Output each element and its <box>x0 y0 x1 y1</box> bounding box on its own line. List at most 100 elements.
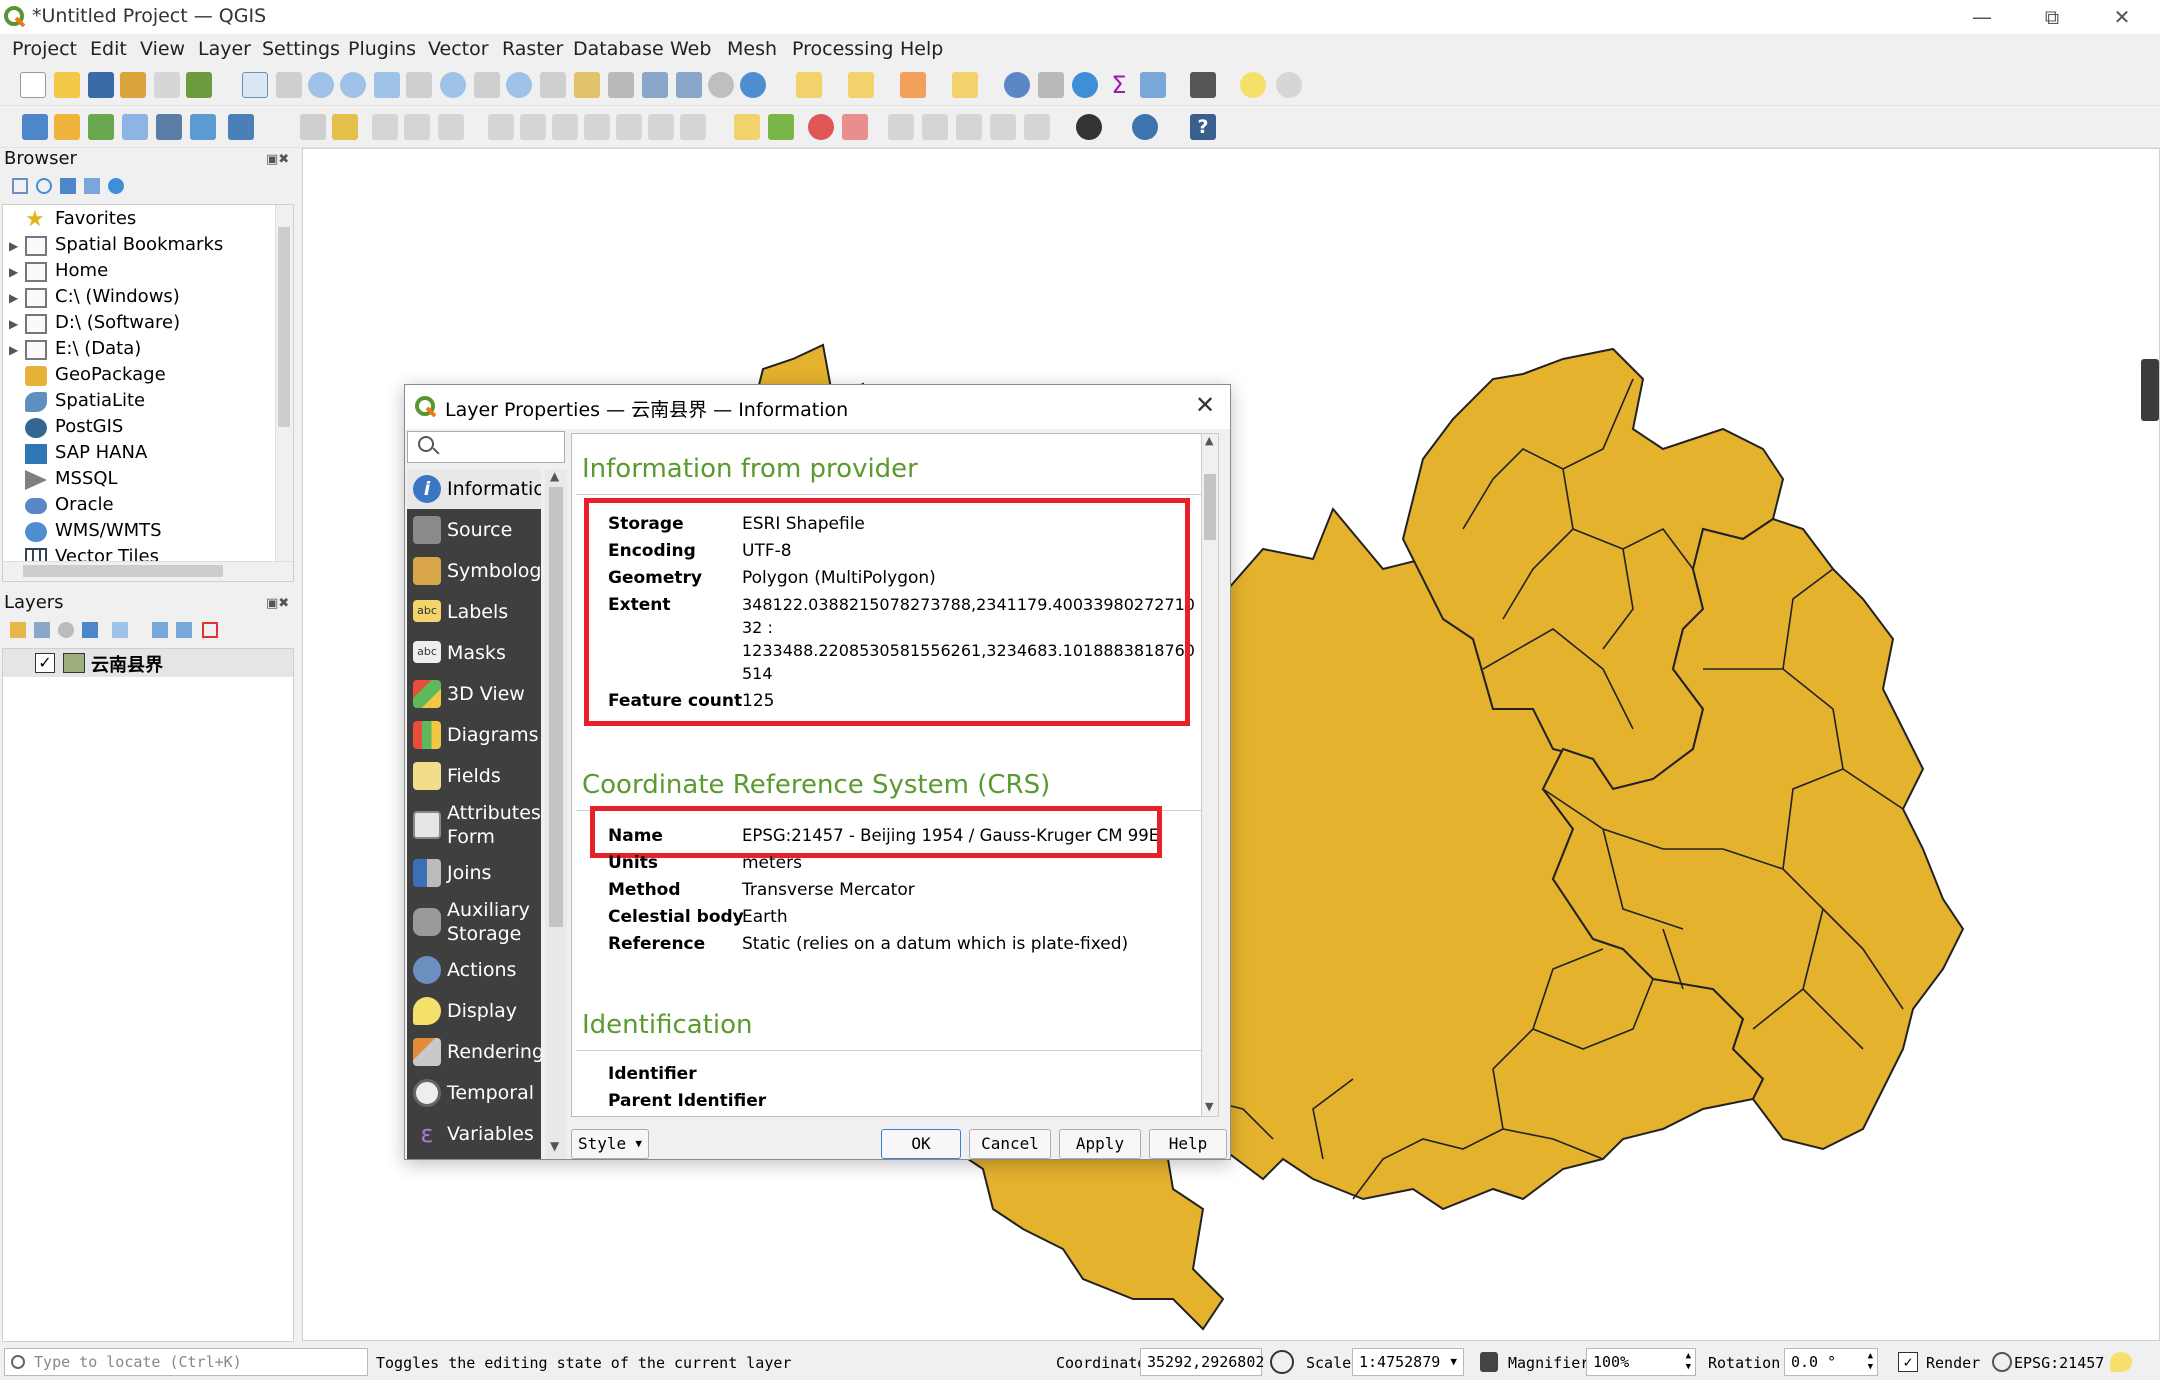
expand-arrow-icon[interactable]: ▶ <box>9 343 18 357</box>
tab-display[interactable]: Display <box>407 991 541 1032</box>
expand-arrow-icon[interactable]: ▶ <box>9 265 18 279</box>
deselect-icon[interactable] <box>900 72 926 98</box>
select-location-icon[interactable] <box>952 72 978 98</box>
paste-features-icon[interactable] <box>616 114 642 140</box>
browser-panel-controls[interactable]: ▣✖ <box>266 152 289 167</box>
zoom-last-icon[interactable] <box>506 72 532 98</box>
style-manager-icon[interactable] <box>186 72 212 98</box>
browser-item-oracle[interactable]: Oracle <box>3 493 273 519</box>
expand-arrow-icon[interactable]: ▶ <box>9 317 18 331</box>
open-table-icon[interactable] <box>1140 72 1166 98</box>
locator-search-input[interactable]: Type to locate (Ctrl+K) <box>4 1348 368 1376</box>
delete-selected-icon[interactable] <box>520 114 546 140</box>
browser-item-e-drive[interactable]: ▶ E:\ (Data) <box>3 337 273 363</box>
add-feature-icon[interactable] <box>404 114 430 140</box>
style-panel-icon[interactable] <box>10 622 26 638</box>
collapse-layers-icon[interactable] <box>176 622 192 638</box>
scale-field[interactable]: 1:4752879 ▼ <box>1352 1348 1464 1376</box>
select-by-value-icon[interactable] <box>848 72 874 98</box>
undo-icon[interactable] <box>648 114 674 140</box>
tab-symbology[interactable]: Symbology <box>407 551 541 592</box>
rotate-label-icon[interactable] <box>922 114 948 140</box>
current-edits-icon[interactable] <box>300 114 326 140</box>
menu-database[interactable]: Database <box>573 38 664 60</box>
coordinate-field[interactable]: 35292,2926802 <box>1140 1348 1264 1376</box>
scrollbar-thumb[interactable] <box>278 227 290 427</box>
temporal-controller-icon[interactable] <box>708 72 734 98</box>
add-wms-icon[interactable] <box>156 114 182 140</box>
measure-icon[interactable] <box>1190 72 1216 98</box>
add-selected-icon[interactable] <box>12 178 28 194</box>
properties-info-icon[interactable] <box>108 178 124 194</box>
tab-3d-view[interactable]: 3D View <box>407 674 541 715</box>
refresh-browser-icon[interactable] <box>36 178 52 194</box>
style-dropdown-button[interactable]: Style ▼ <box>571 1129 649 1159</box>
statistics-sigma-icon[interactable]: Σ <box>1106 72 1132 98</box>
menu-layer[interactable]: Layer <box>198 38 251 60</box>
help-icon[interactable]: ? <box>1190 114 1216 140</box>
add-virtual-layer-icon[interactable] <box>228 114 254 140</box>
messages-icon[interactable] <box>2110 1352 2132 1372</box>
save-edits-icon[interactable] <box>372 114 398 140</box>
zoom-out-icon[interactable] <box>340 72 366 98</box>
digitize-icon[interactable] <box>122 114 148 140</box>
zoom-full-icon[interactable] <box>374 72 400 98</box>
save-as-icon[interactable] <box>120 72 146 98</box>
layer-symbol-swatch[interactable] <box>63 653 85 673</box>
change-label-icon[interactable] <box>956 114 982 140</box>
browser-item-wms-wmts[interactable]: WMS/WMTS <box>3 519 273 545</box>
print-layout-icon[interactable] <box>154 72 180 98</box>
gear-icon[interactable] <box>1072 72 1098 98</box>
browser-item-home[interactable]: ▶ Home <box>3 259 273 285</box>
expand-arrow-icon[interactable]: ▶ <box>9 239 18 253</box>
python-console-icon[interactable] <box>1132 114 1158 140</box>
cancel-button[interactable]: Cancel <box>969 1129 1051 1159</box>
map-side-handle[interactable] <box>2141 359 2159 421</box>
layer-visibility-checkbox[interactable]: ✓ <box>35 653 55 673</box>
magnifier-field[interactable]: 100% ▲ ▼ <box>1586 1348 1696 1376</box>
manage-visibility-icon[interactable] <box>58 622 74 638</box>
browser-item-d-drive[interactable]: ▶ D:\ (Software) <box>3 311 273 337</box>
rotation-field[interactable]: 0.0 ° ▲ ▼ <box>1784 1348 1878 1376</box>
add-mesh-icon[interactable] <box>190 114 216 140</box>
select-features-icon[interactable] <box>796 72 822 98</box>
close-window-button[interactable]: ✕ <box>2092 0 2152 34</box>
collapse-all-icon[interactable] <box>84 178 100 194</box>
label-tool-icon[interactable] <box>734 114 760 140</box>
scrollbar-thumb[interactable] <box>1204 474 1216 540</box>
new-layer-icon[interactable] <box>54 114 80 140</box>
copy-features-icon[interactable] <box>584 114 610 140</box>
add-group-icon[interactable] <box>34 622 50 638</box>
ok-button[interactable]: OK <box>881 1129 961 1159</box>
browser-item-sap-hana[interactable]: SAP HANA <box>3 441 273 467</box>
add-vector-icon[interactable] <box>88 114 114 140</box>
browser-item-spatial-bookmarks[interactable]: ▶ Spatial Bookmarks <box>3 233 273 259</box>
toggle-extents-icon[interactable] <box>1270 1350 1294 1374</box>
restore-button[interactable]: ⧉ <box>2022 0 2082 34</box>
save-project-icon[interactable] <box>88 72 114 98</box>
browser-item-favorites[interactable]: ★ Favorites <box>3 207 273 233</box>
tab-actions[interactable]: Actions <box>407 950 541 991</box>
zoom-native-icon[interactable] <box>474 72 500 98</box>
menu-web[interactable]: Web <box>670 38 711 60</box>
remove-layer-icon[interactable] <box>202 622 218 638</box>
scrollbar-thumb[interactable] <box>549 487 563 927</box>
modify-attributes-icon[interactable] <box>488 114 514 140</box>
menu-project[interactable]: Project <box>12 38 77 60</box>
redo-icon[interactable] <box>680 114 706 140</box>
menu-settings[interactable]: Settings <box>262 38 340 60</box>
zoom-next-icon[interactable] <box>540 72 566 98</box>
move-label-icon[interactable] <box>888 114 914 140</box>
tab-labels[interactable]: abc Labels <box>407 592 541 633</box>
new-map-view-icon[interactable] <box>574 72 600 98</box>
filter-legend-icon[interactable] <box>82 622 98 638</box>
browser-item-geopackage[interactable]: GeoPackage <box>3 363 273 389</box>
zoom-selection-icon[interactable] <box>406 72 432 98</box>
lock-icon[interactable] <box>1480 1352 1498 1372</box>
tab-information[interactable]: i Information <box>407 469 541 509</box>
filter-expression-icon[interactable] <box>112 622 128 638</box>
tab-variables[interactable]: ε Variables <box>407 1114 541 1155</box>
tab-search-input[interactable] <box>407 431 565 463</box>
content-scrollbar[interactable]: ▲ ▼ <box>1201 433 1219 1117</box>
pan-to-selection-icon[interactable] <box>276 72 302 98</box>
